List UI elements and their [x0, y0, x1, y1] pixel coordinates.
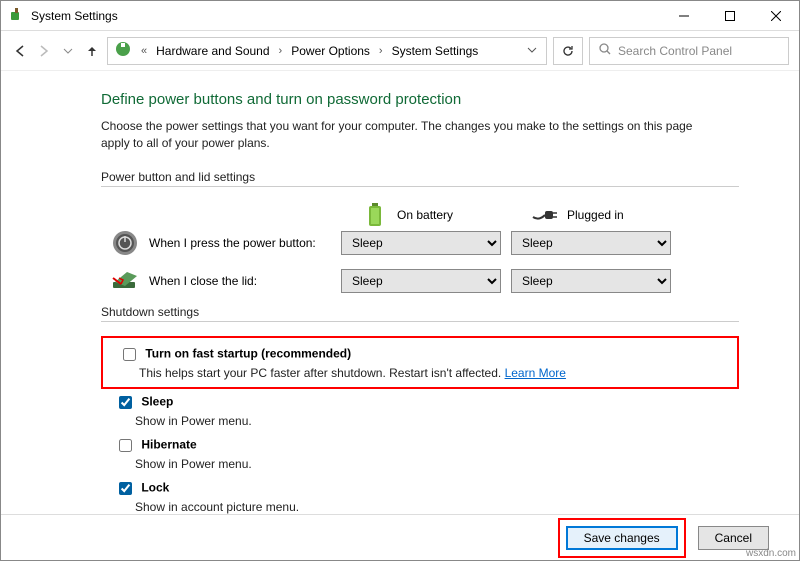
chevron-right-icon: › [279, 45, 283, 57]
watermark: wsxdn.com [746, 548, 796, 559]
plug-icon [531, 201, 559, 229]
close-lid-battery-select[interactable]: Sleep [341, 269, 501, 293]
lock-checkbox[interactable] [119, 482, 132, 495]
cancel-button[interactable]: Cancel [698, 526, 769, 550]
search-input[interactable]: Search Control Panel [589, 37, 789, 65]
fast-startup-checkbox[interactable] [123, 348, 136, 361]
up-button[interactable] [83, 42, 101, 60]
lock-label: Lock [141, 480, 169, 494]
divider [101, 321, 739, 322]
fast-startup-label: Turn on fast startup (recommended) [145, 346, 351, 360]
history-dropdown[interactable] [59, 42, 77, 60]
navbar: « Hardware and Sound › Power Options › S… [1, 31, 799, 71]
breadcrumb-power-options[interactable]: Power Options [291, 44, 370, 58]
breadcrumb-system-settings[interactable]: System Settings [392, 44, 479, 58]
sleep-sub: Show in Power menu. [115, 414, 739, 428]
divider [101, 186, 739, 187]
refresh-button[interactable] [553, 37, 583, 65]
close-button[interactable] [753, 1, 799, 31]
close-lid-plugged-select[interactable]: Sleep [511, 269, 671, 293]
battery-icon [361, 201, 389, 229]
back-button[interactable] [11, 42, 29, 60]
breadcrumb-hardware[interactable]: Hardware and Sound [156, 44, 269, 58]
page-description: Choose the power settings that you want … [101, 118, 721, 152]
learn-more-link[interactable]: Learn More [505, 366, 566, 380]
press-button-label: When I press the power button: [149, 236, 316, 250]
lock-sub: Show in account picture menu. [115, 500, 739, 514]
footer: Save changes Cancel [1, 514, 799, 560]
titlebar: System Settings [1, 1, 799, 31]
sleep-label: Sleep [141, 394, 173, 408]
hibernate-checkbox[interactable] [119, 439, 132, 452]
control-panel-icon [114, 40, 132, 61]
maximize-button[interactable] [707, 1, 753, 31]
power-button-icon [111, 229, 139, 257]
save-highlight: Save changes [558, 518, 686, 558]
address-dropdown[interactable] [524, 44, 540, 58]
hibernate-sub: Show in Power menu. [115, 457, 739, 471]
sleep-checkbox[interactable] [119, 396, 132, 409]
close-lid-label: When I close the lid: [149, 274, 257, 288]
press-button-plugged-select[interactable]: Sleep [511, 231, 671, 255]
plugged-in-label: Plugged in [567, 208, 624, 222]
page-heading: Define power buttons and turn on passwor… [101, 91, 739, 108]
search-icon [598, 42, 612, 59]
chevron-left-icon: « [141, 45, 147, 57]
chevron-right-icon: › [379, 45, 383, 57]
section-shutdown: Shutdown settings [101, 305, 739, 319]
press-button-battery-select[interactable]: Sleep [341, 231, 501, 255]
forward-button[interactable] [35, 42, 53, 60]
search-placeholder: Search Control Panel [618, 44, 732, 58]
section-power-button: Power button and lid settings [101, 170, 739, 184]
save-changes-button[interactable]: Save changes [566, 526, 678, 550]
lid-icon [111, 267, 139, 295]
address-bar[interactable]: « Hardware and Sound › Power Options › S… [107, 37, 547, 65]
window-title: System Settings [25, 9, 661, 23]
content: Define power buttons and turn on passwor… [1, 71, 799, 514]
minimize-button[interactable] [661, 1, 707, 31]
app-icon [9, 6, 25, 25]
on-battery-label: On battery [397, 208, 453, 222]
fast-startup-sub: This helps start your PC faster after sh… [139, 366, 501, 380]
hibernate-label: Hibernate [141, 437, 196, 451]
